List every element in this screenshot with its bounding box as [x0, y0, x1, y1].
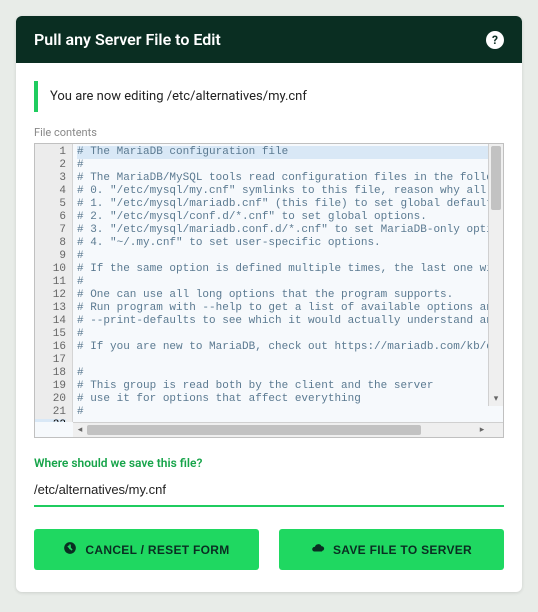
code-line: # [77, 367, 503, 380]
code-line: # One can use all long options that the … [77, 289, 503, 302]
code-line: # This group is read both by the client … [77, 380, 503, 393]
code-line: # Run program with --help to get a list … [77, 302, 503, 315]
file-editor-card: Pull any Server File to Edit ? You are n… [16, 16, 522, 592]
code-line: # 0. "/etc/mysql/my.cnf" symlinks to thi… [77, 185, 503, 198]
line-number: 8 [35, 237, 66, 250]
line-number: 3 [35, 172, 66, 185]
line-number: 11 [35, 276, 66, 289]
code-line: # --print-defaults to see which it would… [77, 315, 503, 328]
line-number: 2 [35, 159, 66, 172]
code-line: # [77, 250, 503, 263]
code-line: # The MariaDB/MySQL tools read configura… [77, 172, 503, 185]
save-path-label: Where should we save this file? [34, 456, 504, 470]
line-number: 1 [35, 146, 66, 159]
line-number: 21 [35, 406, 66, 419]
line-number: 16 [35, 341, 66, 354]
line-number: 6 [35, 211, 66, 224]
line-number: 20 [35, 393, 66, 406]
cloud-upload-icon [311, 541, 325, 558]
scroll-right-arrow[interactable]: ▸ [475, 423, 489, 437]
code-line: # If you are new to MariaDB, check out h… [77, 341, 503, 354]
code-line: # 4. "~/.my.cnf" to set user-specific op… [77, 237, 503, 250]
editor-label: File contents [34, 126, 504, 139]
vertical-scrollbar[interactable]: ▾ [488, 144, 503, 406]
scroll-down-arrow[interactable]: ▾ [489, 392, 503, 406]
save-path-input[interactable] [34, 476, 504, 507]
horizontal-scroll-thumb[interactable] [87, 425, 421, 435]
code-line [77, 354, 503, 367]
line-number: 18 [35, 367, 66, 380]
line-number: 19 [35, 380, 66, 393]
code-line: # [77, 159, 503, 172]
line-number: 14 [35, 315, 66, 328]
line-number: 22▾ [35, 419, 66, 422]
line-number: 5 [35, 198, 66, 211]
save-label: SAVE FILE TO SERVER [333, 543, 472, 557]
code-line: # If the same option is defined multiple… [77, 263, 503, 276]
card-body: You are now editing /etc/alternatives/my… [16, 63, 522, 592]
line-number: 17 [35, 354, 66, 367]
code-line: # [77, 406, 503, 419]
line-number: 10 [35, 263, 66, 276]
code-line: # 2. "/etc/mysql/conf.d/*.cnf" to set gl… [77, 211, 503, 224]
code-line: # [77, 328, 503, 341]
line-number: 9 [35, 250, 66, 263]
cancel-icon [63, 541, 77, 558]
code-editor[interactable]: 12345678910111213141516171819202122▾ # T… [34, 143, 504, 438]
line-number: 4 [35, 185, 66, 198]
help-icon[interactable]: ? [486, 31, 504, 49]
save-button[interactable]: SAVE FILE TO SERVER [279, 529, 504, 570]
line-number: 15 [35, 328, 66, 341]
card-header: Pull any Server File to Edit ? [16, 16, 522, 63]
code-line: # 3. "/etc/mysql/mariadb.conf.d/*.cnf" t… [77, 224, 503, 237]
vertical-scroll-thumb[interactable] [491, 146, 501, 210]
code-line: # [77, 276, 503, 289]
line-number: 7 [35, 224, 66, 237]
scroll-left-arrow[interactable]: ◂ [73, 423, 87, 437]
card-title: Pull any Server File to Edit [34, 30, 221, 49]
line-number-gutter: 12345678910111213141516171819202122▾ [35, 144, 73, 422]
line-number: 12 [35, 289, 66, 302]
code-line: # The MariaDB configuration file [77, 146, 503, 159]
horizontal-scrollbar[interactable]: ◂ ▸ [73, 422, 503, 437]
code-line: # 1. "/etc/mysql/mariadb.cnf" (this file… [77, 198, 503, 211]
editing-notice: You are now editing /etc/alternatives/my… [34, 81, 504, 112]
code-area[interactable]: # The MariaDB configuration file## The M… [73, 144, 503, 422]
code-line: # use it for options that affect everyth… [77, 393, 503, 406]
cancel-button[interactable]: CANCEL / RESET FORM [34, 529, 259, 570]
cancel-label: CANCEL / RESET FORM [85, 543, 229, 557]
line-number: 13 [35, 302, 66, 315]
